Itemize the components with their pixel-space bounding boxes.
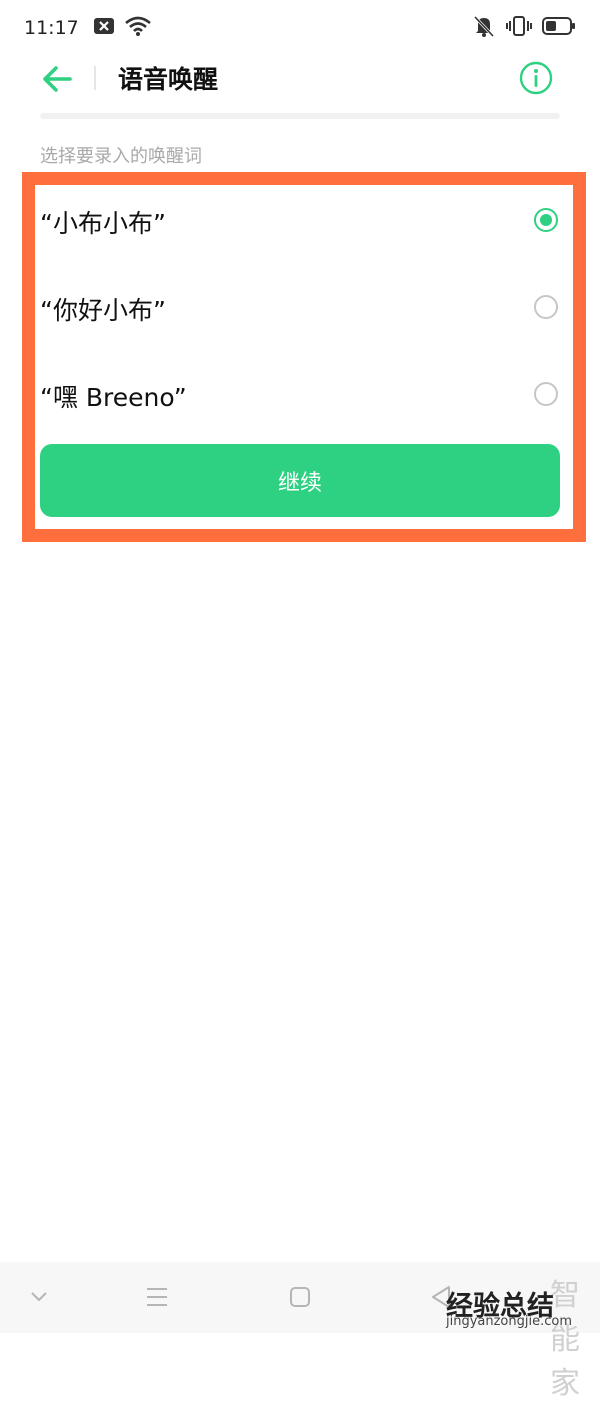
info-icon[interactable] <box>518 60 554 96</box>
radio-unselected[interactable] <box>534 295 558 319</box>
header-divider <box>94 66 96 90</box>
continue-button[interactable]: 继续 <box>40 444 560 517</box>
section-label: 选择要录入的唤醒词 <box>40 146 202 167</box>
home-icon[interactable] <box>289 1284 311 1314</box>
radio-selected[interactable] <box>534 208 558 232</box>
status-bar: 11:17 <box>0 0 600 56</box>
app-header: 语音唤醒 <box>0 56 600 100</box>
chevron-down-icon[interactable] <box>30 1284 48 1314</box>
continue-button-label: 继续 <box>277 470 322 496</box>
menu-icon[interactable] <box>146 1284 168 1314</box>
notification-close-icon <box>93 17 115 39</box>
page-title: 语音唤醒 <box>118 65 219 94</box>
header-bottom-line <box>40 113 560 119</box>
option-label: “嘿 Breeno” <box>40 383 187 412</box>
option-wake-word-3[interactable]: “嘿 Breeno” <box>40 364 560 424</box>
battery-icon <box>542 16 576 40</box>
status-time: 11:17 <box>24 17 79 39</box>
option-label: “小布小布” <box>40 209 166 238</box>
wifi-icon <box>124 16 151 40</box>
watermark-top: 智能家 <box>550 1278 582 1401</box>
vibrate-icon <box>506 15 532 41</box>
option-wake-word-2[interactable]: “你好小布” <box>40 277 560 337</box>
radio-unselected[interactable] <box>534 382 558 406</box>
mute-icon <box>472 15 496 41</box>
option-wake-word-1[interactable]: “小布小布” <box>40 190 560 250</box>
back-arrow-icon[interactable] <box>40 62 74 96</box>
watermark-sub: jingyanzongjie.com <box>445 1314 572 1329</box>
option-label: “你好小布” <box>40 296 166 325</box>
